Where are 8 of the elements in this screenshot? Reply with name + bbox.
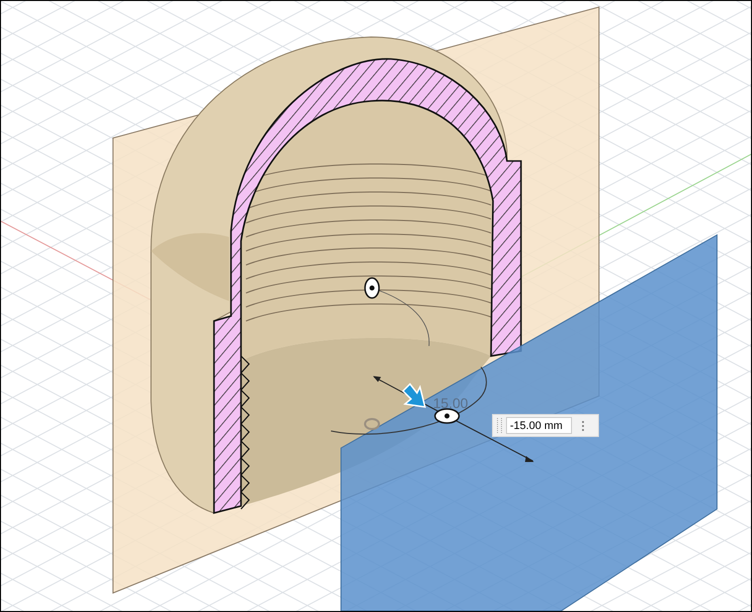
rotation-arc[interactable] [330, 288, 487, 435]
section-model-drawing[interactable] [112, 6, 718, 611]
arrow-icon [402, 382, 426, 408]
grip-icon[interactable] [497, 418, 502, 433]
distance-input[interactable]: -15.00 mm [506, 417, 572, 434]
angle-label: 15.00 [433, 395, 468, 411]
move-handle[interactable] [434, 408, 460, 424]
rotation-handle[interactable] [364, 277, 380, 299]
